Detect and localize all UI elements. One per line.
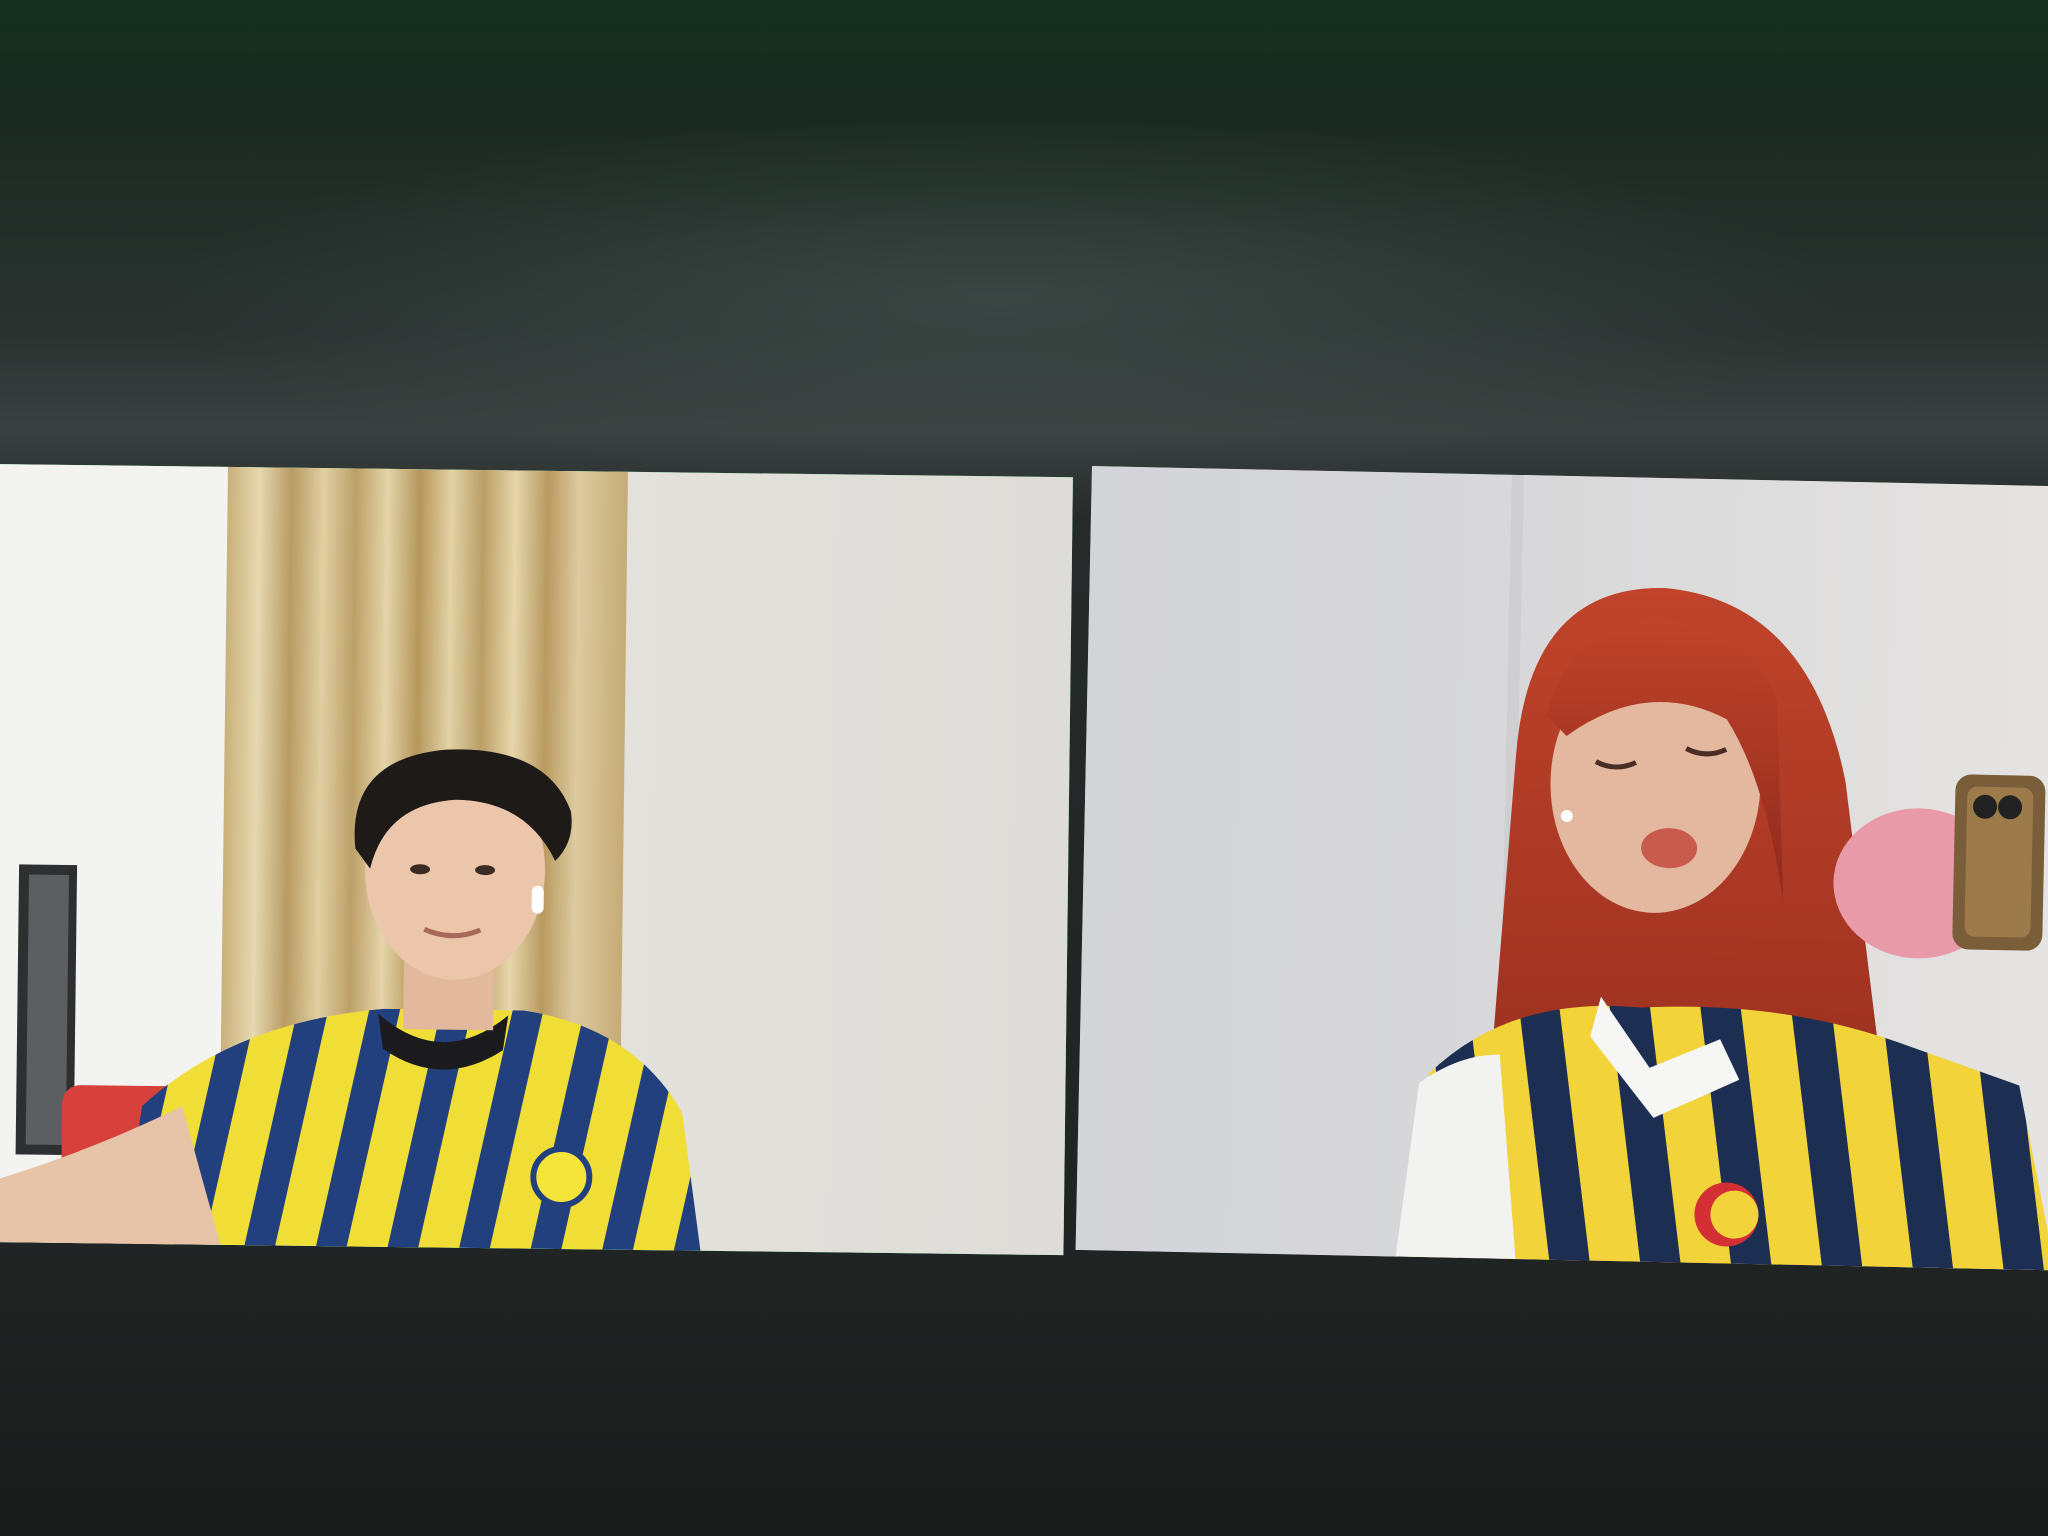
- gallery-view: [0, 0, 2048, 1536]
- participant-video: [1075, 466, 2048, 1271]
- participant-tile[interactable]: [1075, 466, 2048, 1271]
- participant-tile-active-speaker[interactable]: [0, 464, 1073, 1256]
- video-call-screen: [0, 0, 2048, 1536]
- participant-video: [0, 464, 1073, 1256]
